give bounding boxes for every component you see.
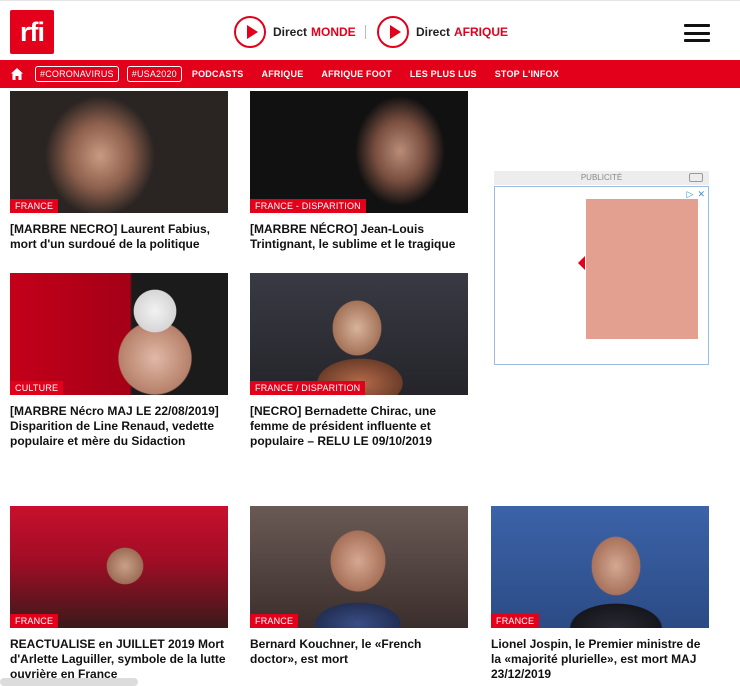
article-image[interactable]: FRANCE - DISPARITION [250, 91, 468, 213]
article-card[interactable]: FRANCE / DISPARITION [NECRO] Bernadette … [250, 273, 468, 449]
article-image[interactable]: FRANCE [10, 506, 228, 628]
ad-label: PUBLICITÉ [580, 173, 623, 182]
article-title[interactable]: Lionel Jospin, le Premier ministre de la… [491, 637, 709, 682]
article-tag: FRANCE [10, 614, 59, 628]
ad-collapse-icon[interactable] [689, 173, 703, 182]
article-card[interactable]: FRANCE REACTUALISE en JUILLET 2019 Mort … [10, 506, 228, 682]
article-card[interactable]: FRANCE Bernard Kouchner, le «French doct… [250, 506, 468, 667]
hamburger-menu-icon[interactable] [684, 24, 710, 42]
article-image[interactable]: FRANCE [10, 91, 228, 213]
article-tag: FRANCE [491, 614, 540, 628]
horizontal-scrollbar[interactable] [0, 678, 138, 686]
article-image[interactable]: FRANCE / DISPARITION [250, 273, 468, 395]
article-title[interactable]: [MARBRE Nécro MAJ LE 22/08/2019] Dispari… [10, 404, 228, 449]
article-title[interactable]: [NECRO] Bernadette Chirac, une femme de … [250, 404, 468, 449]
article-tag: FRANCE - DISPARITION [250, 199, 366, 213]
article-card[interactable]: FRANCE - DISPARITION [MARBRE NÉCRO] Jean… [250, 91, 468, 252]
play-icon [377, 16, 409, 48]
home-icon[interactable] [10, 67, 24, 81]
article-tag: FRANCE [10, 199, 59, 213]
nav-link-afrique[interactable]: AFRIQUE [262, 69, 304, 79]
direct-afrique-button[interactable]: Direct AFRIQUE [377, 16, 508, 48]
article-tag: FRANCE [250, 614, 299, 628]
nav-link-afrique-foot[interactable]: AFRIQUE FOOT [321, 69, 391, 79]
article-card[interactable]: CULTURE [MARBRE Nécro MAJ LE 22/08/2019]… [10, 273, 228, 449]
direct-afrique-accent: AFRIQUE [454, 25, 509, 39]
nav-link-podcasts[interactable]: PODCASTS [192, 69, 244, 79]
nav-pill-coronavirus[interactable]: #CORONAVIRUS [35, 66, 119, 82]
header-divider [365, 25, 366, 39]
nav-link-stop-linfox[interactable]: STOP L'INFOX [495, 69, 559, 79]
article-image[interactable]: CULTURE [10, 273, 228, 395]
article-image[interactable]: FRANCE [250, 506, 468, 628]
main-nav: #CORONAVIRUS #USA2020 PODCASTS AFRIQUE A… [0, 60, 740, 88]
rfi-logo[interactable]: rfi [10, 10, 54, 54]
article-tag: CULTURE [10, 381, 64, 395]
article-image[interactable]: FRANCE [491, 506, 709, 628]
article-card[interactable]: FRANCE [MARBRE NECRO] Laurent Fabius, mo… [10, 91, 228, 252]
ad-label-bar: PUBLICITÉ [494, 171, 709, 185]
nav-link-les-plus-lus[interactable]: LES PLUS LUS [410, 69, 477, 79]
direct-monde-button[interactable]: Direct MONDE [234, 16, 356, 48]
advertisement[interactable]: ▷ ✕ [494, 186, 709, 365]
play-icon [234, 16, 266, 48]
direct-afrique-prefix: Direct [416, 25, 451, 39]
article-tag: FRANCE / DISPARITION [250, 381, 366, 395]
site-header: rfi Direct MONDE Direct AFRIQUE [0, 0, 740, 60]
article-card[interactable]: FRANCE Lionel Jospin, le Premier ministr… [491, 506, 709, 682]
article-title[interactable]: REACTUALISE en JUILLET 2019 Mort d'Arlet… [10, 637, 228, 682]
ad-image[interactable] [586, 199, 698, 339]
nav-pill-usa2020[interactable]: #USA2020 [126, 66, 182, 82]
article-title[interactable]: Bernard Kouchner, le «French doctor», es… [250, 637, 468, 667]
direct-monde-accent: MONDE [311, 25, 356, 39]
direct-monde-prefix: Direct [273, 25, 308, 39]
article-title[interactable]: [MARBRE NÉCRO] Jean-Louis Trintignant, l… [250, 222, 468, 252]
article-title[interactable]: [MARBRE NECRO] Laurent Fabius, mort d'un… [10, 222, 228, 252]
